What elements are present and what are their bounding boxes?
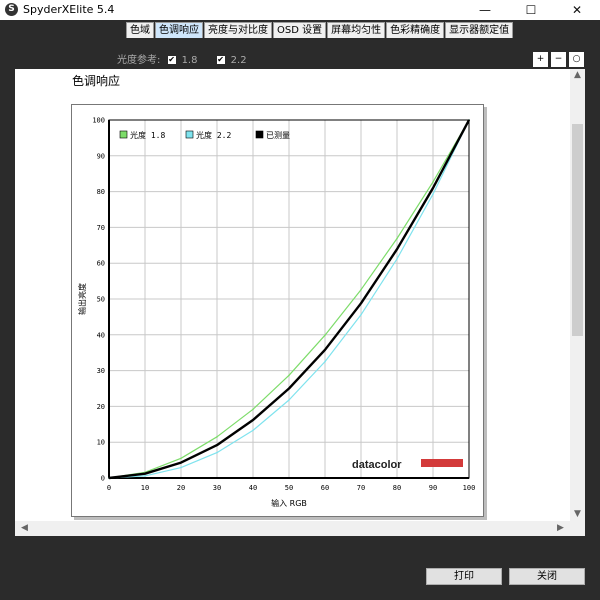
vertical-scrollbar[interactable]: ▲ ▼	[570, 69, 585, 521]
tab-color-accuracy[interactable]: 色彩精确度	[386, 22, 445, 38]
legend-label: 已测量	[266, 131, 290, 140]
title-bar: S SpyderXElite 5.4 — ☐ ✕	[0, 0, 600, 20]
scroll-left-arrow-icon[interactable]: ◀	[17, 523, 32, 533]
data-point	[360, 302, 362, 305]
data-point	[288, 399, 290, 401]
gamma-1-8-checkbox[interactable]: ✔	[167, 56, 176, 64]
scroll-right-arrow-icon[interactable]: ▶	[553, 523, 568, 533]
y-tick-label: 10	[97, 439, 105, 447]
x-axis-label: 输入 RGB	[271, 498, 307, 508]
y-axis-label: 输出亮度	[77, 283, 87, 315]
gamma-1-8-label: 1.8	[181, 55, 198, 66]
gamma-reference-label: 光度参考:	[117, 55, 161, 66]
y-tick-label: 80	[97, 188, 105, 196]
tab-gamut[interactable]: 色域	[126, 22, 154, 38]
x-tick-label: 0	[107, 484, 111, 492]
legend-label: 光度 2.2	[196, 130, 231, 140]
data-point	[360, 313, 362, 316]
print-button[interactable]: 打印	[426, 568, 502, 585]
gamma-2-2-label: 2.2	[230, 55, 247, 66]
zoom-out-icon[interactable]: −	[551, 52, 566, 67]
tab-display-rating[interactable]: 显示器额定值	[445, 22, 514, 38]
data-point	[180, 457, 182, 460]
gamma-reference-options: 光度参考: ✔ 1.8 ✔ 2.2	[117, 51, 247, 66]
window-title: SpyderXElite 5.4	[23, 3, 115, 16]
data-point	[396, 237, 398, 240]
data-point	[432, 187, 434, 189]
legend-swatch	[119, 130, 128, 139]
data-point	[216, 444, 218, 446]
brand-logo-bar	[421, 459, 463, 467]
report-content: 色调响应 0 10 20 30 40 50 60 70 80 90 100 0 10 20 30 40 50 60…	[15, 69, 570, 521]
y-tick-label: 30	[97, 367, 105, 375]
close-button[interactable]: 关闭	[509, 568, 585, 585]
data-point	[468, 119, 470, 121]
legend-swatch	[185, 130, 194, 139]
y-tick-label: 90	[97, 152, 105, 160]
data-point	[360, 288, 362, 291]
data-point	[324, 334, 326, 336]
data-point	[252, 429, 254, 432]
x-tick-label: 40	[249, 484, 257, 492]
horizontal-scrollbar[interactable]: ◀ ▶	[15, 521, 570, 536]
tab-brightness-contrast[interactable]: 亮度与对比度	[204, 22, 272, 38]
x-tick-label: 80	[393, 484, 401, 492]
data-point	[216, 451, 218, 454]
x-tick-label: 20	[177, 484, 185, 492]
data-point	[288, 374, 290, 377]
data-point	[180, 461, 182, 464]
vertical-scroll-thumb[interactable]	[572, 124, 583, 336]
data-point	[216, 436, 218, 438]
zoom-in-icon[interactable]: +	[533, 52, 548, 67]
scroll-down-arrow-icon[interactable]: ▼	[570, 509, 585, 519]
y-tick-label: 50	[97, 296, 105, 304]
y-tick-label: 100	[92, 117, 105, 125]
y-tick-label: 0	[101, 475, 105, 483]
data-point	[432, 193, 434, 195]
data-point	[396, 258, 398, 260]
data-point	[180, 466, 182, 469]
data-point	[432, 181, 434, 183]
y-tick-label: 20	[97, 403, 105, 411]
data-point	[396, 248, 398, 251]
data-point	[252, 408, 254, 411]
gamma-2-2-checkbox[interactable]: ✔	[216, 56, 225, 64]
report-panel: 色调响应 0 10 20 30 40 50 60 70 80 90 100 0 10 20 30 40 50 60…	[15, 69, 585, 536]
x-tick-label: 10	[141, 484, 149, 492]
data-point	[144, 475, 146, 477]
data-point	[252, 419, 254, 421]
x-tick-label: 60	[321, 484, 329, 492]
tone-response-chart: 0 10 20 30 40 50 60 70 80 90 100 0 10 20 30 40 50 60 70 80 9…	[71, 104, 484, 517]
x-tick-label: 30	[213, 484, 221, 492]
data-point	[144, 472, 146, 475]
app-logo-icon: S	[5, 3, 18, 16]
legend-swatch	[255, 130, 264, 139]
y-tick-label: 70	[97, 224, 105, 232]
minimize-button[interactable]: —	[462, 0, 508, 20]
data-point	[288, 387, 290, 390]
scroll-corner	[570, 521, 585, 536]
chart-svg: 0 10 20 30 40 50 60 70 80 90 100 0 10 20 30 40 50 60 70 80 9…	[77, 117, 476, 509]
brand-logo: datacolor	[352, 459, 402, 471]
section-title: 色调响应	[72, 74, 121, 88]
data-point	[324, 349, 326, 351]
x-tick-label: 100	[463, 484, 476, 492]
data-point	[324, 360, 326, 363]
tab-screen-uniformity[interactable]: 屏幕均匀性	[327, 22, 386, 38]
close-window-button[interactable]: ✕	[554, 0, 600, 20]
tab-osd-settings[interactable]: OSD 设置	[273, 22, 327, 38]
scroll-up-arrow-icon[interactable]: ▲	[570, 70, 585, 80]
tab-tone-response[interactable]: 色调响应	[155, 22, 203, 38]
tab-bar: 色域 色调响应 亮度与对比度 OSD 设置 屏幕均匀性 色彩精确度 显示器额定值	[126, 22, 514, 38]
x-tick-label: 90	[429, 484, 437, 492]
y-tick-label: 60	[97, 260, 105, 268]
y-tick-label: 40	[97, 331, 105, 339]
x-tick-label: 70	[357, 484, 365, 492]
maximize-button[interactable]: ☐	[508, 0, 554, 20]
x-tick-label: 50	[285, 484, 293, 492]
zoom-fit-icon[interactable]: ○	[569, 52, 584, 67]
data-point	[108, 477, 110, 479]
legend-label: 光度 1.8	[130, 130, 165, 140]
